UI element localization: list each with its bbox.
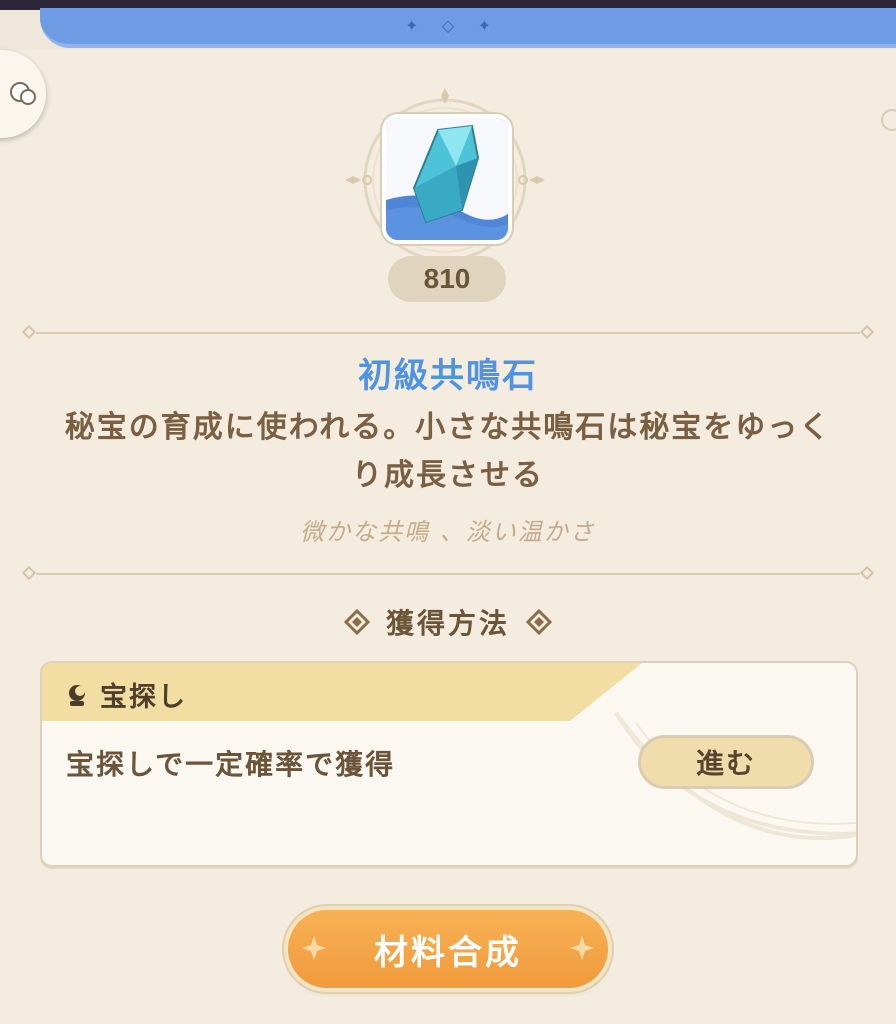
diamond-ornament-icon: [343, 609, 370, 635]
treasure-hunt-icon: [69, 684, 85, 706]
sparkle-icon: [302, 936, 326, 960]
sparkle-icon: [570, 936, 594, 960]
acquisition-heading: 獲得方法: [0, 602, 896, 642]
chat-bubble-icon: [10, 82, 36, 105]
source-card: 宝探し 宝探しで一定確率で獲得 進む: [40, 661, 858, 867]
item-description-line: 秘宝の育成に使われる。小さな共鳴石は秘宝をゆっく: [64, 410, 832, 445]
acquisition-title: 獲得方法: [385, 607, 510, 640]
sparkle-icon: ✦: [477, 15, 491, 35]
item-description: 秘宝の育成に使われる。小さな共鳴石は秘宝をゆっく り成長させる: [40, 404, 856, 500]
chat-button[interactable]: [0, 50, 46, 138]
sparkle-icon: ✦: [405, 15, 419, 35]
divider: [21, 565, 875, 581]
item-description-line: り成長させる: [352, 458, 544, 493]
diamond-ornament-icon: [526, 609, 552, 635]
corner-ornament-icon: [881, 109, 896, 131]
item-flavor-text: 微かな共鳴 、淡い温かさ: [300, 518, 596, 546]
item-count-badge: 810: [388, 256, 506, 302]
diamond-icon: ◇: [441, 15, 455, 35]
item-name: 初級共鳴石: [358, 356, 538, 396]
divider: [21, 324, 875, 340]
item-icon-tile: [386, 118, 508, 240]
source-label: 宝探し: [64, 675, 187, 714]
resonance-crystal-icon: [386, 118, 508, 240]
header-ornament: ✦ ◇ ✦: [405, 14, 491, 36]
source-detail: 宝探しで一定確率で獲得: [66, 748, 396, 781]
craft-material-label: 材料合成: [374, 932, 522, 973]
go-button[interactable]: 進む: [638, 735, 814, 789]
source-name: 宝探し: [100, 682, 187, 713]
craft-material-button[interactable]: 材料合成: [288, 910, 608, 988]
